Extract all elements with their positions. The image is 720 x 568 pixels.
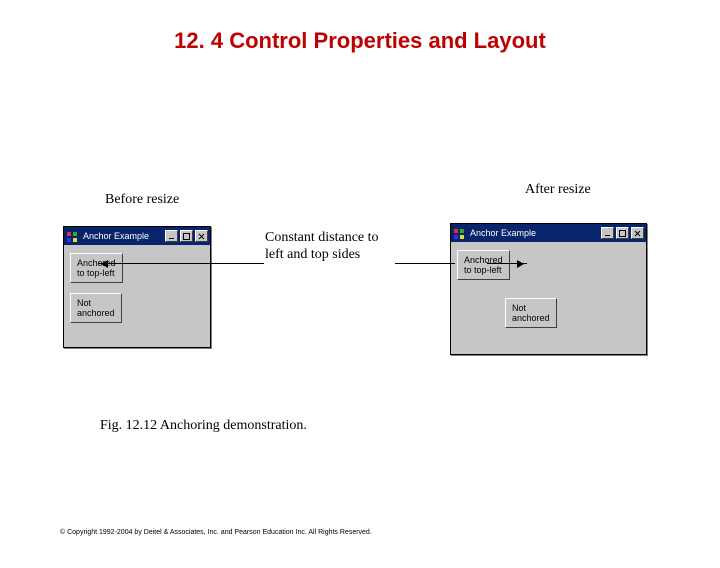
label-after: After resize [525,182,591,198]
maximize-icon[interactable] [616,227,629,239]
window-after: Anchor Example Anchored to top-left Not … [450,223,647,355]
titlebar: Anchor Example [64,227,210,245]
copyright: © Copyright 1992-2004 by Deitel & Associ… [60,529,372,536]
label-before: Before resize [105,192,179,208]
anchored-button[interactable]: Anchored to top-left [457,250,510,280]
close-icon[interactable] [631,227,644,239]
not-anchored-button[interactable]: Not anchored [505,298,557,328]
titlebar: Anchor Example [451,224,646,242]
not-anchored-button[interactable]: Not anchored [70,293,122,323]
arrow-left [98,263,264,264]
app-icon [66,230,78,242]
arrow-right [487,263,527,264]
minimize-icon[interactable] [601,227,614,239]
arrow-right-tail [395,263,455,264]
window-title: Anchor Example [80,231,163,241]
minimize-icon[interactable] [165,230,178,242]
app-icon [453,227,465,239]
window-before: Anchor Example Anchored to top-left Not … [63,226,211,348]
annotation: Constant distance to left and top sides [265,229,395,263]
anchored-button[interactable]: Anchored to top-left [70,253,123,283]
close-icon[interactable] [195,230,208,242]
maximize-icon[interactable] [180,230,193,242]
window-title: Anchor Example [467,228,599,238]
figure-caption: Fig. 12.12 Anchoring demonstration. [100,418,307,434]
page-title: 12. 4 Control Properties and Layout [0,28,720,54]
